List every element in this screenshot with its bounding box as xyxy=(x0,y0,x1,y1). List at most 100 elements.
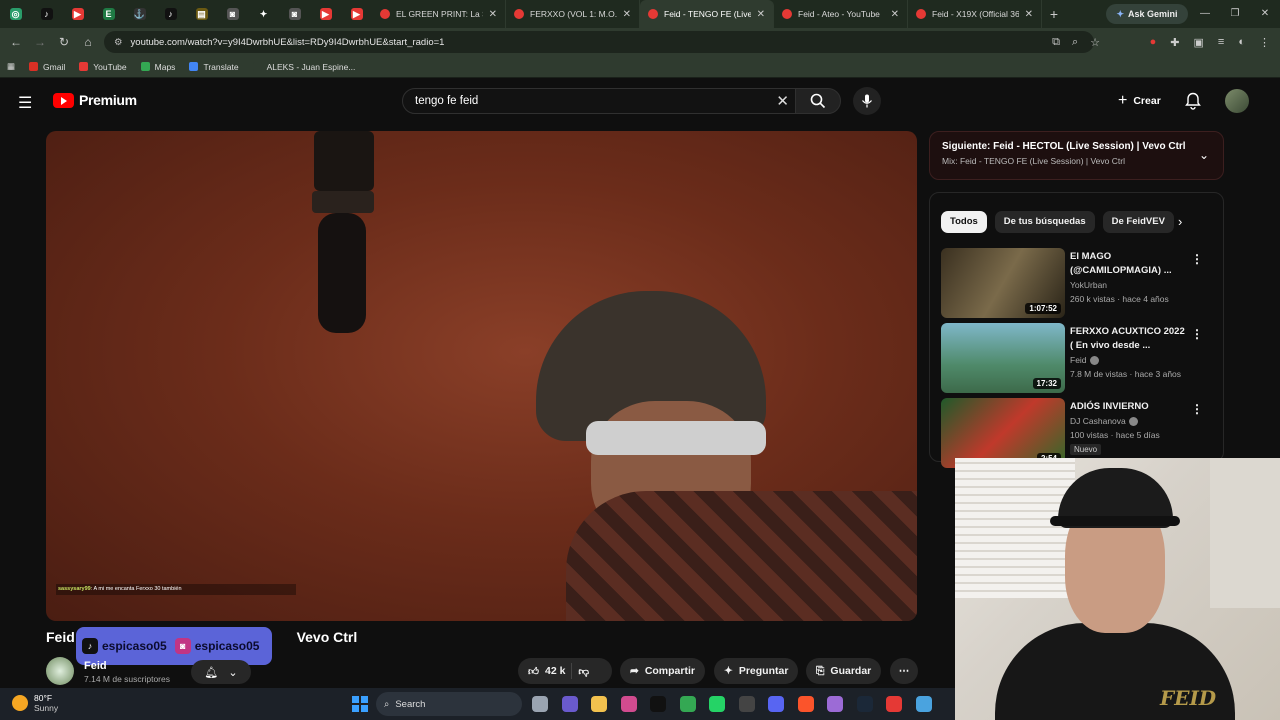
reading-list-icon[interactable]: ≡ xyxy=(1218,36,1224,48)
pinned-tab[interactable]: ♪ xyxy=(31,0,62,28)
store-icon[interactable] xyxy=(620,696,637,712)
ask-button[interactable]: ✦ Preguntar xyxy=(714,658,799,684)
minimize-icon[interactable]: — xyxy=(1190,0,1220,28)
recommendation-item[interactable]: 1:07:52 El MAGO (@CAMILOPMAGIA) ... YokUrb… xyxy=(941,248,1211,318)
pinned-tab[interactable]: ◙ xyxy=(217,0,248,28)
pinned-tab[interactable]: ◙ xyxy=(279,0,310,28)
browser-tab[interactable]: Feid - TENGO FE (Live Se ✕ xyxy=(640,0,774,28)
copilot-icon[interactable] xyxy=(561,696,578,712)
discord-icon[interactable] xyxy=(768,696,784,712)
subscribed-notifications-button[interactable]: 🔔︎ ⌄ xyxy=(191,660,251,684)
extension-record-icon[interactable]: ● xyxy=(1150,36,1157,48)
side-panel-icon[interactable]: ▣ xyxy=(1194,36,1204,49)
tiktok-icon[interactable] xyxy=(650,696,666,712)
windows-start-icon[interactable] xyxy=(352,696,368,712)
like-button[interactable]: 👍︎ 42 k xyxy=(528,665,565,678)
bookmark-item[interactable]: ALEKS - Juan Espine... xyxy=(246,62,363,72)
more-vertical-icon[interactable]: ⋮ xyxy=(1191,327,1203,341)
forward-icon[interactable]: → xyxy=(28,35,52,49)
install-app-icon[interactable]: ⧉ xyxy=(1052,36,1060,49)
bookmark-item[interactable]: Maps xyxy=(134,62,183,72)
pinned-tab[interactable]: ◎ xyxy=(0,0,31,28)
menu-hamburger-icon[interactable]: ☰ xyxy=(18,93,32,113)
photos-icon[interactable] xyxy=(827,696,843,712)
home-icon[interactable]: ⌂ xyxy=(76,35,100,49)
extensions-puzzle-icon[interactable]: ✚ xyxy=(1170,36,1179,49)
recommendation-item[interactable]: 17:32 FERXXO ACUXTICO 2022 ( En vivo desd… xyxy=(941,323,1211,393)
obs-icon[interactable] xyxy=(738,696,755,712)
zoom-icon[interactable]: ⌕ xyxy=(1072,36,1078,49)
pinned-tab[interactable]: ✦ xyxy=(248,0,279,28)
profile-avatar-icon[interactable]: ◐ xyxy=(1238,36,1245,48)
pinned-tab[interactable]: ♪ xyxy=(155,0,186,28)
address-bar[interactable]: ⚙ youtube.com/watch?v=y9I4DwrbhUE&list=R… xyxy=(104,31,1094,53)
close-tab-icon[interactable]: ✕ xyxy=(1025,9,1033,20)
notepad-icon[interactable] xyxy=(915,696,932,712)
expand-chevron-icon[interactable]: ⌄ xyxy=(1199,148,1209,162)
channel-name[interactable]: Feid xyxy=(84,660,107,672)
youtube-premium-logo[interactable]: Premium xyxy=(53,92,137,108)
chrome-icon[interactable] xyxy=(679,696,696,712)
thumbs-down-icon[interactable]: 👎︎ xyxy=(578,665,589,678)
whatsapp-icon[interactable] xyxy=(709,696,725,712)
recommendation-title[interactable]: FERXXO ACUXTICO 2022 ( En vivo desde ... xyxy=(1070,325,1188,353)
browser-tab[interactable]: Feid - X19X (Official 360 ✕ xyxy=(908,0,1042,28)
search-input[interactable]: tengo fe feid ✕ xyxy=(402,88,796,114)
brave-icon[interactable] xyxy=(797,696,814,712)
back-icon[interactable]: ← xyxy=(4,35,28,49)
filter-chip[interactable]: De tus búsquedas xyxy=(994,211,1095,233)
site-info-icon[interactable]: ⚙ xyxy=(114,37,123,48)
apps-grid-icon[interactable]: ▦ xyxy=(0,61,22,72)
browser-tab[interactable]: Feid - Ateo - YouTube ✕ xyxy=(774,0,908,28)
reload-icon[interactable]: ↻ xyxy=(52,35,76,49)
save-button[interactable]: ⎘ Guardar xyxy=(806,658,882,684)
pinned-tab[interactable]: ▶ xyxy=(62,0,93,28)
maximize-icon[interactable]: ❐ xyxy=(1220,0,1250,28)
video-thumbnail[interactable]: 17:32 xyxy=(941,323,1065,393)
new-tab-button[interactable]: + xyxy=(1042,6,1066,22)
close-tab-icon[interactable]: ✕ xyxy=(891,9,899,20)
account-avatar[interactable] xyxy=(1225,89,1249,113)
game-icon[interactable] xyxy=(886,696,902,712)
video-player[interactable]: sassysary99: A mi me encanta Ferxxo 30 t… xyxy=(46,131,917,621)
bookmark-item[interactable]: Translate xyxy=(182,62,245,72)
notifications-bell-icon[interactable] xyxy=(1185,92,1201,115)
share-button[interactable]: ➦ Compartir xyxy=(620,658,705,684)
file-explorer-icon[interactable] xyxy=(591,696,607,712)
bookmark-item[interactable]: Gmail xyxy=(22,62,72,72)
steam-icon[interactable] xyxy=(856,696,873,712)
video-thumbnail[interactable]: 1:07:52 xyxy=(941,248,1065,318)
recommendation-channel[interactable]: DJ Cashanova xyxy=(1070,416,1138,427)
recommendation-channel[interactable]: YokUrban xyxy=(1070,280,1107,290)
close-window-icon[interactable]: ✕ xyxy=(1250,0,1280,28)
bookmark-star-icon[interactable]: ☆ xyxy=(1090,36,1100,49)
search-button[interactable] xyxy=(795,88,841,114)
menu-kebab-icon[interactable]: ⋮ xyxy=(1259,36,1270,49)
close-tab-icon[interactable]: ✕ xyxy=(757,9,765,20)
pinned-tab[interactable]: ▶ xyxy=(341,0,372,28)
weather-widget[interactable]: 80°F Sunny xyxy=(12,693,58,713)
filter-chip[interactable]: Todos xyxy=(941,211,987,233)
recommendation-channel[interactable]: Feid xyxy=(1070,355,1099,366)
clear-search-icon[interactable]: ✕ xyxy=(776,92,789,110)
pinned-tab[interactable]: ▶ xyxy=(310,0,341,28)
task-view-icon[interactable] xyxy=(532,696,548,712)
taskbar-search[interactable]: ⌕ Search xyxy=(376,692,522,716)
channel-avatar[interactable] xyxy=(46,657,74,685)
browser-tab[interactable]: FERXXO (VOL 1: M.O.R) ✕ xyxy=(506,0,640,28)
chips-next-chevron-icon[interactable]: › xyxy=(1178,214,1182,229)
filter-chip[interactable]: De FeidVEV xyxy=(1102,211,1174,233)
bookmark-item[interactable]: YouTube xyxy=(72,62,133,72)
create-button[interactable]: + Crear xyxy=(1110,90,1169,112)
more-vertical-icon[interactable]: ⋮ xyxy=(1191,252,1203,266)
browser-tab[interactable]: EL GREEN PRINT: La Sag ✕ xyxy=(372,0,506,28)
pinned-tab[interactable]: ▤ xyxy=(186,0,217,28)
close-tab-icon[interactable]: ✕ xyxy=(489,9,497,20)
recommendation-title[interactable]: El MAGO (@CAMILOPMAGIA) ... xyxy=(1070,250,1188,278)
up-next-playlist-header[interactable]: Siguiente: Feid - HECTOL (Live Session) … xyxy=(929,131,1224,180)
ask-gemini-button[interactable]: ✦ Ask Gemini xyxy=(1106,4,1188,24)
voice-search-button[interactable] xyxy=(853,87,881,115)
more-actions-button[interactable]: ⋯ xyxy=(890,658,918,684)
close-tab-icon[interactable]: ✕ xyxy=(623,9,631,20)
pinned-tab[interactable]: ⚓ xyxy=(124,0,155,28)
